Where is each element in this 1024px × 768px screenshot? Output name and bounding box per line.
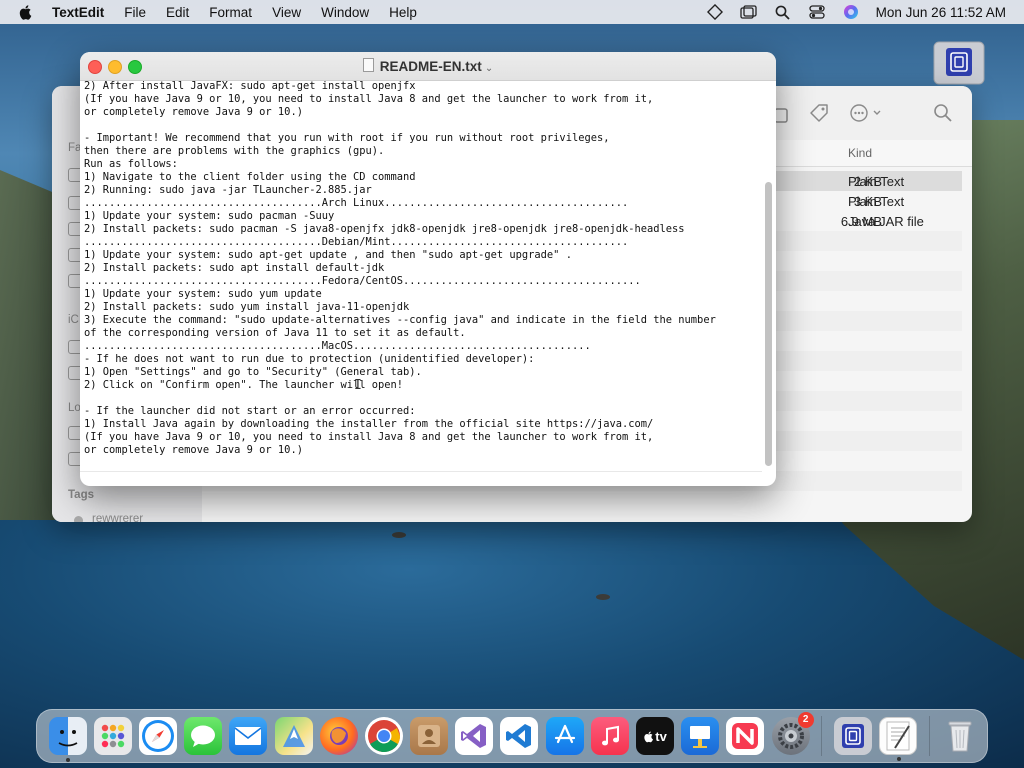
dock-separator (928, 716, 930, 756)
text-editor-area[interactable]: 2) After install JavaFX: sudo apt-get in… (84, 80, 760, 472)
window-overview-icon[interactable] (740, 4, 758, 20)
dock-trash-icon[interactable] (941, 717, 979, 755)
sidebar-tag-item[interactable]: rewwrerer (92, 513, 143, 522)
text-cursor-icon: I (354, 378, 362, 393)
menu-window[interactable]: Window (321, 5, 369, 20)
dock-music-icon[interactable] (590, 717, 629, 755)
text-area-bottom-border (80, 471, 762, 472)
dock-chrome-icon[interactable] (364, 717, 403, 755)
column-kind-header[interactable]: Kind (848, 146, 872, 160)
textedit-window[interactable]: README-EN.txt ⌄ 2) After install JavaFX: … (80, 52, 776, 486)
dock-disk-utility-icon[interactable] (833, 717, 872, 755)
dock: tv 2 (36, 709, 988, 763)
document-icon (362, 58, 374, 72)
dock-app-store-icon[interactable] (545, 717, 584, 755)
sidebar-tags-heading: Tags (68, 489, 94, 501)
more-actions-icon[interactable] (848, 102, 888, 124)
disk-image-icon[interactable] (932, 38, 986, 88)
dock-apple-tv-icon[interactable]: tv (636, 717, 675, 755)
running-indicator (896, 757, 901, 761)
dock-contacts-icon[interactable] (410, 717, 449, 755)
menu-clock[interactable]: Mon Jun 26 11:52 AM (876, 5, 1006, 20)
dock-vscode-icon[interactable] (500, 717, 539, 755)
dock-firefox-icon[interactable] (319, 717, 358, 755)
file-kind: Plain Text (848, 174, 905, 189)
dock-messages-icon[interactable] (184, 717, 223, 755)
spotlight-search-icon[interactable] (774, 4, 792, 20)
dock-finder-icon[interactable] (48, 717, 87, 762)
sidebar-section-label: Lo (68, 402, 81, 414)
file-kind: Plain Text (848, 194, 905, 209)
running-indicator (65, 758, 70, 762)
control-center-icon[interactable] (808, 4, 826, 20)
file-kind: Java JAR file (848, 214, 924, 229)
chevron-down-icon[interactable]: ⌄ (485, 63, 493, 74)
menu-app-name[interactable]: TextEdit (52, 5, 104, 20)
window-title[interactable]: README-EN.txt ⌄ (80, 58, 776, 74)
dock-visual-studio-icon[interactable] (455, 717, 494, 755)
dock-launchpad-icon[interactable] (93, 717, 132, 755)
wallpaper-rock (392, 532, 406, 538)
menu-file[interactable]: File (124, 5, 146, 20)
sidebar-section-label: iC (68, 314, 79, 326)
apple-tv-label: tv (655, 728, 667, 744)
window-titlebar[interactable]: README-EN.txt ⌄ (80, 52, 776, 81)
dock-separator (821, 716, 823, 756)
dock-maps-icon[interactable] (274, 717, 313, 755)
apple-logo-icon[interactable] (18, 4, 34, 20)
siri-icon[interactable] (842, 4, 860, 20)
dock-keynote-icon[interactable] (681, 717, 720, 755)
window-title-text: README-EN.txt (379, 59, 482, 74)
search-icon[interactable] (932, 102, 954, 124)
document-text[interactable]: 2) After install JavaFX: sudo apt-get in… (84, 80, 760, 457)
dock-mail-icon[interactable] (229, 717, 268, 755)
notification-badge: 2 (797, 712, 814, 728)
dock-safari-icon[interactable] (138, 717, 177, 755)
vertical-scrollbar[interactable] (765, 182, 772, 466)
tag-color-dot (74, 516, 83, 522)
dock-news-icon[interactable] (726, 717, 765, 755)
wallpaper-rock (596, 594, 610, 600)
dock-textedit-icon[interactable] (878, 717, 917, 761)
dock-system-preferences-icon[interactable]: 2 (771, 712, 814, 755)
tag-icon[interactable] (808, 102, 830, 124)
menu-edit[interactable]: Edit (166, 5, 189, 20)
menu-format[interactable]: Format (209, 5, 252, 20)
menu-view[interactable]: View (272, 5, 301, 20)
input-diamond-icon[interactable] (706, 4, 724, 20)
menu-help[interactable]: Help (389, 5, 417, 20)
menu-bar: TextEdit File Edit Format View Window He… (0, 0, 1024, 24)
